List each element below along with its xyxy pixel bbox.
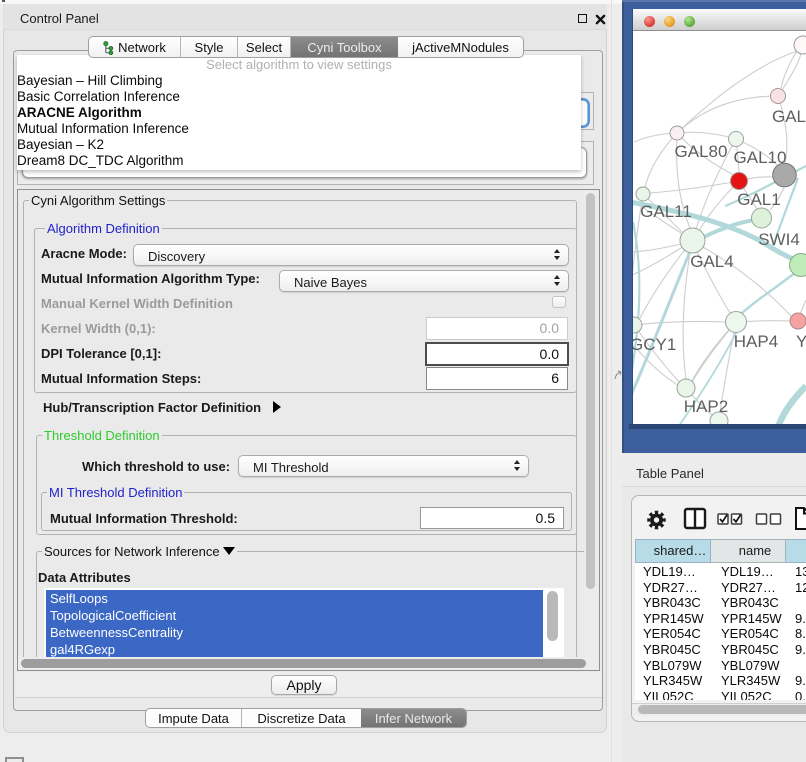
svg-text:HAP4: HAP4 xyxy=(734,332,778,351)
svg-text:GAL80: GAL80 xyxy=(675,142,728,161)
svg-text:GAL7: GAL7 xyxy=(772,107,806,126)
svg-text:Y: Y xyxy=(796,332,806,351)
svg-text:GAL4: GAL4 xyxy=(690,252,733,271)
svg-text:HAP2: HAP2 xyxy=(684,397,728,416)
svg-text:GAL10: GAL10 xyxy=(734,148,787,167)
svg-text:GAL1: GAL1 xyxy=(737,190,780,209)
svg-text:SWI4: SWI4 xyxy=(758,230,800,249)
svg-text:GCY1: GCY1 xyxy=(633,335,676,354)
svg-text:GAL11: GAL11 xyxy=(640,202,692,221)
